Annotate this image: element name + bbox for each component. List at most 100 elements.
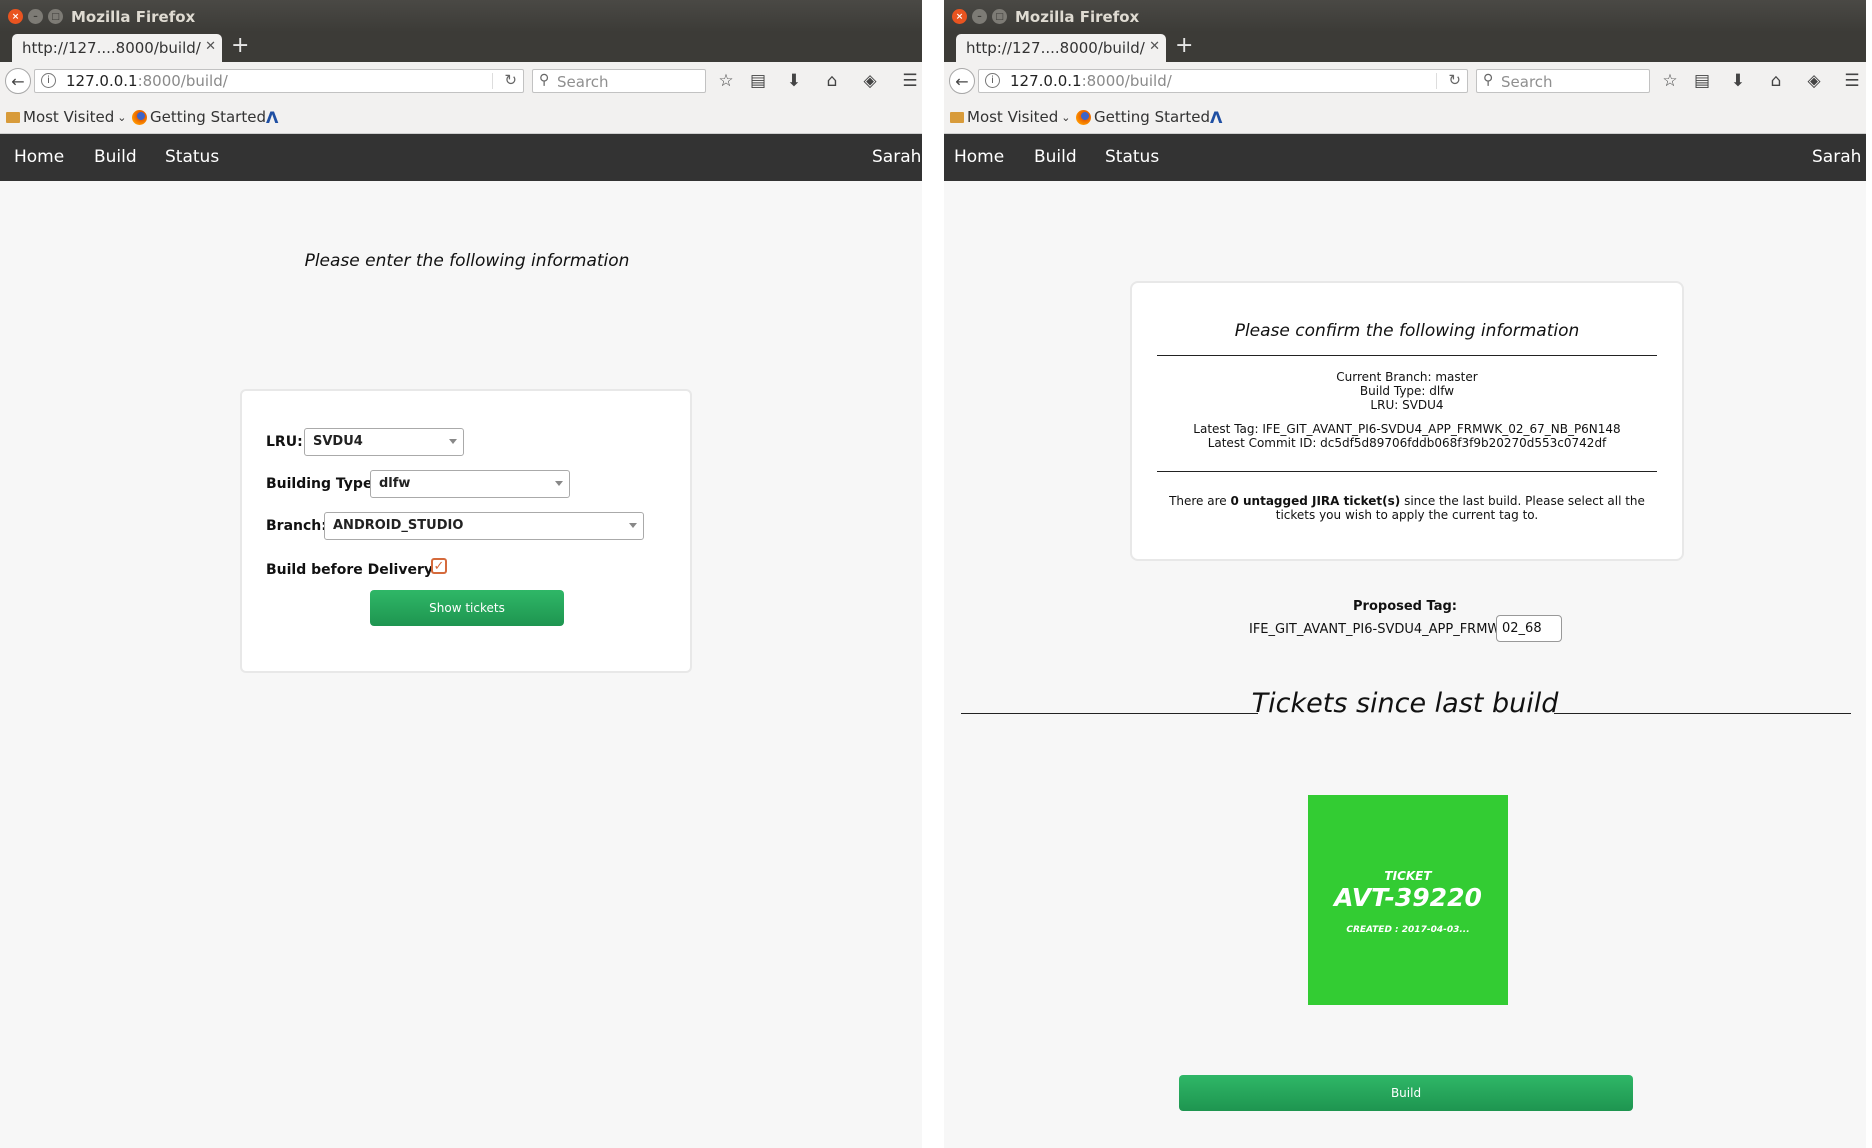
- dropdown-caret-icon: [629, 523, 637, 528]
- site-navbar: Home Build Status Sarah: [944, 134, 1866, 181]
- tab-title: http://127....8000/build/: [966, 39, 1145, 57]
- build-form-card: LRU: SVDU4 Building Type: dlfw Branch: A…: [240, 389, 692, 673]
- folder-icon: [6, 111, 20, 123]
- nav-build-link[interactable]: Build: [94, 147, 137, 167]
- site-navbar: Home Build Status Sarah: [0, 134, 922, 181]
- downloads-icon[interactable]: ⬇: [1726, 69, 1750, 93]
- url-text: 127.0.0.1:8000/build/: [66, 72, 228, 90]
- browser-tab[interactable]: http://127....8000/build/ ✕: [12, 34, 222, 62]
- bookmark-star-icon[interactable]: ☆: [714, 69, 738, 93]
- tab-title: http://127....8000/build/: [22, 39, 201, 57]
- bookmarks-toolbar: Most Visited ⌄ Getting Started Λ: [944, 100, 1866, 134]
- reload-icon[interactable]: ↻: [1448, 71, 1461, 89]
- menu-icon[interactable]: ☰: [1840, 69, 1864, 93]
- ticket-label: TICKET: [1384, 869, 1432, 883]
- latest-tag-text: Latest Tag: IFE_GIT_AVANT_PI6-SVDU4_APP_…: [1193, 422, 1621, 436]
- divider: [1157, 355, 1657, 356]
- back-arrow-icon[interactable]: ←: [5, 68, 31, 94]
- bookmark-getting-started[interactable]: Getting Started: [132, 108, 266, 126]
- search-placeholder: Search: [1501, 73, 1553, 91]
- branch-label: Branch:: [266, 518, 327, 534]
- build-type-text: Build Type: dlfw: [1359, 384, 1455, 398]
- nav-home-link[interactable]: Home: [14, 147, 64, 167]
- building-type-select[interactable]: dlfw: [370, 470, 570, 498]
- search-icon: ⚲: [539, 72, 550, 88]
- proposed-tag-label: Proposed Tag:: [1353, 599, 1457, 614]
- new-tab-icon[interactable]: +: [231, 33, 249, 58]
- bookmark-star-icon[interactable]: ☆: [1658, 69, 1682, 93]
- home-icon[interactable]: ⌂: [1764, 69, 1788, 93]
- chevron-down-icon: ⌄: [117, 110, 127, 124]
- bookmark-getting-started[interactable]: Getting Started: [1076, 108, 1210, 126]
- window-title: Mozilla Firefox: [71, 8, 196, 26]
- nav-build-link[interactable]: Build: [1034, 147, 1077, 167]
- ticket-created: CREATED : 2017-04-03...: [1346, 925, 1470, 935]
- current-branch-text: Current Branch: master: [1336, 370, 1478, 384]
- ticket-card[interactable]: TICKET AVT-39220 CREATED : 2017-04-03...: [1308, 795, 1508, 1005]
- pocket-icon[interactable]: ◈: [858, 69, 882, 93]
- tab-close-icon[interactable]: ✕: [1149, 39, 1160, 54]
- search-placeholder: Search: [557, 73, 609, 91]
- bookmark-most-visited[interactable]: Most Visited ⌄: [6, 108, 127, 126]
- back-arrow-icon[interactable]: ←: [949, 68, 975, 94]
- browser-tab[interactable]: http://127....8000/build/ ✕: [956, 34, 1166, 62]
- search-input[interactable]: ⚲ Search: [532, 69, 706, 93]
- pocket-icon[interactable]: ◈: [1802, 69, 1826, 93]
- proposed-tag-input[interactable]: 02_68: [1496, 615, 1562, 642]
- search-input[interactable]: ⚲ Search: [1476, 69, 1650, 93]
- intro-text: Please enter the following information: [304, 251, 630, 271]
- tab-strip: http://127....8000/build/ ✕ +: [944, 32, 1866, 62]
- window-maximize-icon[interactable]: □: [992, 9, 1007, 24]
- nav-user-link[interactable]: Sarah: [1812, 147, 1861, 167]
- divider: [1157, 471, 1657, 472]
- home-icon[interactable]: ⌂: [820, 69, 844, 93]
- build-button[interactable]: Build: [1179, 1075, 1633, 1111]
- dropdown-caret-icon: [555, 481, 563, 486]
- branch-select[interactable]: ANDROID_STUDIO: [324, 512, 644, 540]
- reading-list-icon[interactable]: ▤: [1690, 69, 1714, 93]
- new-tab-icon[interactable]: +: [1175, 33, 1193, 58]
- page-content: Please confirm the following information…: [944, 181, 1866, 1148]
- nav-status-link[interactable]: Status: [1105, 147, 1159, 167]
- folder-icon: [950, 111, 964, 123]
- downloads-icon[interactable]: ⬇: [782, 69, 806, 93]
- reading-list-icon[interactable]: ▤: [746, 69, 770, 93]
- title-bar: × – □ Mozilla Firefox: [0, 0, 922, 32]
- info-icon[interactable]: i: [985, 73, 1000, 88]
- lru-text: LRU: SVDU4: [1370, 398, 1444, 412]
- firefox-icon: [1076, 109, 1091, 125]
- proposed-tag-prefix: IFE_GIT_AVANT_PI6-SVDU4_APP_FRMWK_: [1249, 622, 1516, 637]
- reload-icon[interactable]: ↻: [504, 71, 517, 89]
- menu-icon[interactable]: ☰: [898, 69, 922, 93]
- atlassian-bookmark-icon[interactable]: Λ: [1210, 108, 1222, 127]
- info-icon[interactable]: i: [41, 73, 56, 88]
- tab-close-icon[interactable]: ✕: [205, 39, 216, 54]
- dropdown-caret-icon: [449, 439, 457, 444]
- page-content: Please enter the following information L…: [0, 181, 922, 1148]
- window-maximize-icon[interactable]: □: [48, 9, 63, 24]
- tickets-heading: Tickets since last build: [1251, 688, 1559, 719]
- lru-select[interactable]: SVDU4: [304, 428, 464, 456]
- confirm-title: Please confirm the following information: [1234, 321, 1580, 341]
- url-bar[interactable]: i 127.0.0.1:8000/build/ ↻: [34, 69, 524, 93]
- show-tickets-button[interactable]: Show tickets: [370, 590, 564, 626]
- window-minimize-icon[interactable]: –: [972, 9, 987, 24]
- tab-strip: http://127....8000/build/ ✕ +: [0, 32, 922, 62]
- untagged-tickets-text: There are 0 untagged JIRA ticket(s) sinc…: [1169, 494, 1645, 508]
- url-text: 127.0.0.1:8000/build/: [1010, 72, 1172, 90]
- heading-rule-right: [1554, 713, 1851, 714]
- atlassian-bookmark-icon[interactable]: Λ: [266, 108, 278, 127]
- nav-status-link[interactable]: Status: [165, 147, 219, 167]
- url-bar[interactable]: i 127.0.0.1:8000/build/ ↻: [978, 69, 1468, 93]
- nav-user-link[interactable]: Sarah: [872, 147, 921, 167]
- nav-home-link[interactable]: Home: [954, 147, 1004, 167]
- window-close-icon[interactable]: ×: [8, 9, 23, 24]
- ticket-id: AVT-39220: [1334, 883, 1482, 912]
- window-close-icon[interactable]: ×: [952, 9, 967, 24]
- window-minimize-icon[interactable]: –: [28, 9, 43, 24]
- nav-toolbar: ← i 127.0.0.1:8000/build/ ↻ ⚲ Search ☆ ▤…: [944, 62, 1866, 100]
- search-icon: ⚲: [1483, 72, 1494, 88]
- firefox-icon: [132, 109, 147, 125]
- build-before-delivery-checkbox[interactable]: ✓: [431, 558, 447, 574]
- bookmark-most-visited[interactable]: Most Visited ⌄: [950, 108, 1071, 126]
